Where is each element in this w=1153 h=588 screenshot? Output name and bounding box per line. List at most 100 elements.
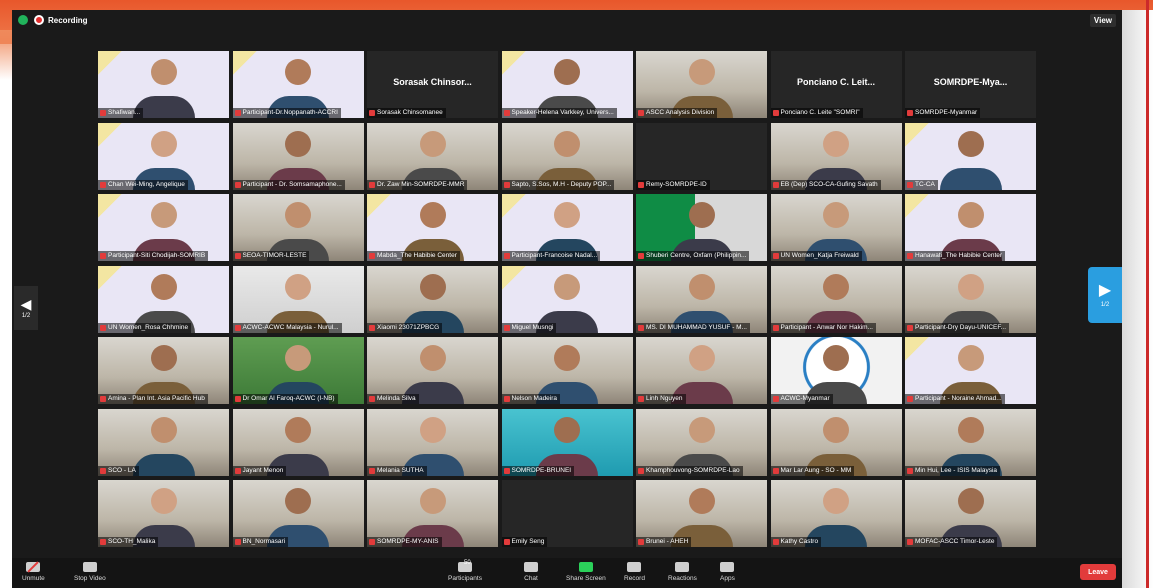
- participant-video-head: [285, 416, 311, 443]
- participant-tile[interactable]: Miguel Musngi: [501, 265, 633, 333]
- muted-microphone-icon: [907, 324, 913, 331]
- muted-microphone-icon: [638, 253, 644, 259]
- participant-tile[interactable]: SEOA-TIMOR-LESTE: [232, 194, 364, 261]
- participant-tile[interactable]: ACWC-ACWC Malaysia - Nurul...: [232, 265, 364, 333]
- record-icon: [627, 562, 642, 572]
- participant-name-label: ACWC-ACWC Malaysia - Nurul...: [232, 322, 342, 333]
- participant-tile[interactable]: EB (Dep) SCO-CA-Gufing Savath: [770, 122, 902, 190]
- participant-tile[interactable]: ACWC-Myanmar: [770, 337, 902, 404]
- participant-name-label: UN Women_Katja Freiwald: [770, 251, 862, 261]
- muted-microphone-icon: [369, 253, 375, 259]
- muted-microphone-icon: [503, 539, 510, 545]
- participant-tile[interactable]: Amina - Plan Int. Asia Pacific Hub: [98, 337, 229, 404]
- participant-tile[interactable]: Participant-Dry Dayu-UNICEF...: [905, 265, 1036, 333]
- participant-video-head: [823, 202, 849, 229]
- participant-tile[interactable]: Participant-Dr.Noppanath-ACCRI: [232, 51, 364, 118]
- participant-tile[interactable]: Participant - Noraine Ahmad...: [905, 337, 1036, 404]
- participant-video-head: [419, 273, 446, 300]
- participant-tile[interactable]: Shafiwan...: [98, 51, 229, 118]
- participant-tile[interactable]: Linh Nguyen: [636, 337, 767, 404]
- unmute-button[interactable]: Unmute: [22, 562, 45, 582]
- chat-label: Chat: [524, 575, 538, 582]
- chat-button[interactable]: Chat: [524, 562, 538, 582]
- muted-microphone-icon: [234, 181, 241, 188]
- participant-tile[interactable]: BN_Normasari: [232, 480, 364, 547]
- participant-name-label: Participant-Dry Dayu-UNICEF...: [905, 322, 1010, 333]
- participant-tile[interactable]: MS. DI MUHAMMAD YUSUF - M...: [636, 265, 767, 333]
- participant-name-label: SEOA-TIMOR-LESTE: [232, 251, 310, 261]
- participant-tile[interactable]: Participant - Dr. Somsamaphone...: [232, 122, 364, 190]
- share-screen-button[interactable]: Share Screen: [566, 562, 606, 582]
- muted-microphone-icon: [907, 181, 913, 188]
- participant-video-head: [957, 345, 984, 372]
- leave-button[interactable]: Leave: [1080, 564, 1116, 580]
- participant-tile[interactable]: Ponciano C. Leit... Ponciano C. Leite "SO…: [770, 51, 902, 118]
- security-shield-icon[interactable]: [18, 15, 28, 25]
- participant-tile[interactable]: Participant-Siti Chodijah-SOMRIB: [98, 194, 229, 261]
- participant-tile[interactable]: Jayant Menon: [232, 408, 364, 476]
- participant-tile[interactable]: MOFAC-ASCC Timor-Leste: [905, 480, 1036, 547]
- previous-page-button[interactable]: ◀ 1/2: [14, 286, 38, 330]
- participant-tile[interactable]: SCO-TH_Malika: [98, 480, 229, 547]
- stop-video-button[interactable]: Stop Video: [74, 562, 106, 582]
- participant-tile[interactable]: Speaker-Helena Varkkey, Univers...: [501, 51, 633, 118]
- reactions-button[interactable]: Reactions: [668, 562, 697, 582]
- muted-microphone-icon: [234, 539, 241, 545]
- gallery-grid: Shafiwan... Participant-Dr.Noppanath-ACCR…: [98, 51, 1036, 547]
- participant-tile[interactable]: SCO - LA: [98, 408, 229, 476]
- participant-name-label: SCO-TH_Malika: [98, 537, 159, 547]
- muted-microphone-icon: [369, 396, 375, 402]
- participant-video-head: [419, 130, 446, 157]
- participant-name-label: Participant-Siti Chodijah-SOMRIB: [98, 251, 209, 261]
- recording-icon: [34, 15, 44, 25]
- participant-tile[interactable]: Mabda_The Habibie Center: [367, 194, 498, 261]
- participant-tile[interactable]: Hanawati_The Habibie Center: [905, 194, 1036, 261]
- participant-tile[interactable]: ASCC Analysis Division: [636, 51, 767, 118]
- view-button[interactable]: View: [1089, 14, 1116, 27]
- muted-microphone-icon: [638, 324, 644, 331]
- participant-name-label: ACWC-Myanmar: [770, 394, 833, 404]
- chevron-right-icon: ▶: [1098, 281, 1112, 299]
- participant-tile[interactable]: Xiaomi 23071ZPBCG: [367, 265, 498, 333]
- participant-name-label: Ponciano C. Leite "SOMRI": [770, 108, 863, 118]
- participant-tile[interactable]: Melania SUTHA: [367, 408, 498, 476]
- next-page-button[interactable]: ▶ 1/2: [1088, 267, 1122, 323]
- participant-video-head: [823, 488, 849, 515]
- participant-tile[interactable]: Dr. Zaw Min-SOMRDPE-MMR: [367, 122, 498, 190]
- participant-tile[interactable]: Participant-Francoise Nadal...: [501, 194, 633, 261]
- participant-name-label: Dr. Zaw Min-SOMRDPE-MMR: [367, 179, 468, 190]
- apps-button[interactable]: Apps: [720, 562, 735, 582]
- participant-tile[interactable]: UN Women_Rosa Chhmine: [98, 265, 229, 333]
- muted-microphone-icon: [907, 467, 913, 474]
- participant-video-head: [150, 202, 177, 229]
- muted-microphone-icon: [772, 467, 779, 474]
- participant-tile[interactable]: Chan Wei-Ming, Angelique: [98, 122, 229, 190]
- participant-tile[interactable]: Participant - Anwar Nor Hakim...: [770, 265, 902, 333]
- participant-tile[interactable]: Mar Lar Aung - SO - MM: [770, 408, 902, 476]
- participant-video-head: [419, 202, 446, 229]
- record-button[interactable]: Record: [624, 562, 645, 582]
- participant-tile[interactable]: Remy-SOMRDPE-ID: [636, 122, 767, 190]
- participant-tile[interactable]: SOMRDPE-BRUNEI: [501, 408, 633, 476]
- participant-video-head: [823, 345, 849, 372]
- participant-tile[interactable]: Kathy Castro: [770, 480, 902, 547]
- participant-tile[interactable]: Dr Omar Al Faroq-ACWC (I-NB): [232, 337, 364, 404]
- participant-tile[interactable]: Emily Seng: [501, 480, 633, 547]
- participant-tile[interactable]: Sapto, S.Sos, M.H - Deputy POP...: [501, 122, 633, 190]
- participant-tile[interactable]: SOMRDPE-Mya... SOMRDPE-Myanmar: [905, 51, 1036, 118]
- participants-button[interactable]: 50 Participants: [448, 560, 482, 582]
- participant-tile[interactable]: Khamphouvong-SOMRDPE-Lao: [636, 408, 767, 476]
- participant-tile[interactable]: TC-CA: [905, 122, 1036, 190]
- participant-tile[interactable]: Nelson Madeira: [501, 337, 633, 404]
- participant-tile[interactable]: Min Hui, Lee - ISIS Malaysia: [905, 408, 1036, 476]
- participant-name-label: Brunei - AHEH: [636, 537, 692, 547]
- participant-tile[interactable]: Melinda Silva: [367, 337, 498, 404]
- participant-tile[interactable]: UN Women_Katja Freiwald: [770, 194, 902, 261]
- participant-tile[interactable]: Sorasak Chinsor... Sorasak Chinsomanee: [367, 51, 498, 118]
- participant-tile[interactable]: Brunei - AHEH: [636, 480, 767, 547]
- participant-tile[interactable]: Shuberi Centre, Oxfam (Philippin...: [636, 194, 767, 261]
- participant-name-label: MOFAC-ASCC Timor-Leste: [905, 537, 998, 547]
- reactions-icon: [675, 562, 690, 572]
- recording-label: Recording: [48, 15, 88, 25]
- participant-tile[interactable]: SOMRDPE-MY-ANIS: [367, 480, 498, 547]
